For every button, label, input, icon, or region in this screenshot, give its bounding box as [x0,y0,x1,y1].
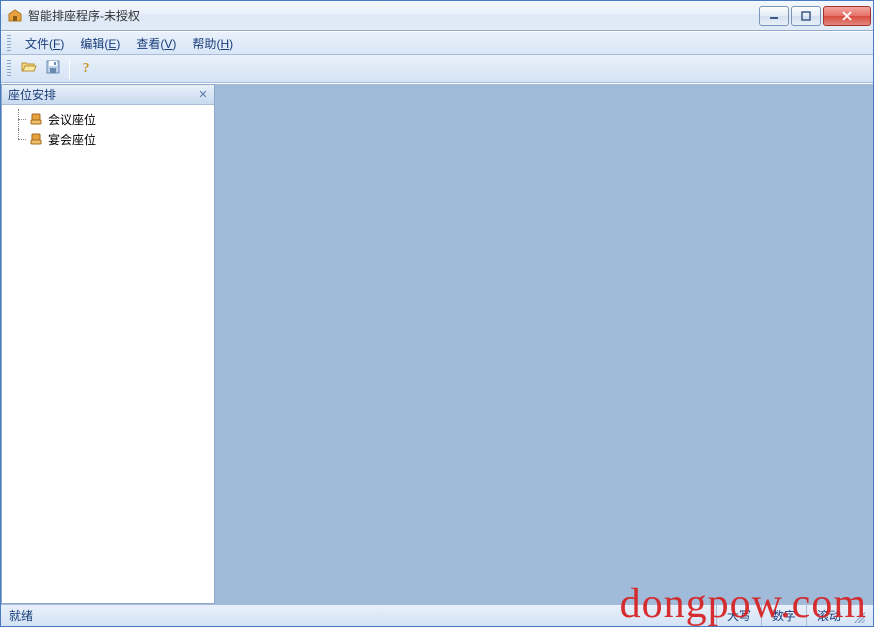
save-icon [45,59,61,78]
toolbar-separator [69,59,70,79]
resize-grip[interactable] [851,609,865,623]
tree-view[interactable]: 会议座位 宴会座位 [2,105,214,603]
maximize-button[interactable] [791,6,821,26]
help-icon: ? [78,59,94,78]
save-button[interactable] [41,58,65,80]
window-controls [757,6,871,26]
tree-item[interactable]: 会议座位 [4,109,212,129]
status-scroll: 滚动 [806,605,851,626]
status-caps: 大写 [716,605,761,626]
help-button[interactable]: ? [74,58,98,80]
tree-item-label: 会议座位 [48,111,96,128]
tree-connector [10,109,28,129]
status-num: 数字 [761,605,806,626]
client-area: 座位安排 ✕ 会议座位 [1,83,873,604]
menubar-grip[interactable] [7,35,11,51]
seat-icon [28,131,44,147]
panel-header[interactable]: 座位安排 ✕ [2,85,214,105]
open-button[interactable] [17,58,41,80]
toolbar-grip[interactable] [7,60,11,78]
menu-file[interactable]: 文件(F) [17,32,72,55]
panel-title: 座位安排 [8,86,196,103]
panel-close-button[interactable]: ✕ [196,88,210,102]
status-ready: 就绪 [9,607,716,624]
tree-item-label: 宴会座位 [48,131,96,148]
menu-view[interactable]: 查看(V) [128,32,184,55]
seat-icon [28,111,44,127]
content-area [219,84,873,604]
tree-item[interactable]: 宴会座位 [4,129,212,149]
application-window: 智能排座程序-未授权 文件(F) 编辑(E) 查看(V) 帮助(H) [0,0,874,627]
app-icon [7,8,23,24]
svg-text:?: ? [83,61,90,75]
close-icon: ✕ [198,88,207,101]
toolbar: ? [1,55,873,83]
tree-connector [10,129,28,149]
side-panel: 座位安排 ✕ 会议座位 [1,84,215,604]
menubar: 文件(F) 编辑(E) 查看(V) 帮助(H) [1,31,873,55]
close-button[interactable] [823,6,871,26]
titlebar[interactable]: 智能排座程序-未授权 [1,1,873,31]
window-title: 智能排座程序-未授权 [28,7,757,24]
folder-open-icon [21,59,37,78]
statusbar: 就绪 大写 数字 滚动 [1,604,873,626]
menu-help[interactable]: 帮助(H) [184,32,241,55]
menu-edit[interactable]: 编辑(E) [72,32,128,55]
minimize-button[interactable] [759,6,789,26]
